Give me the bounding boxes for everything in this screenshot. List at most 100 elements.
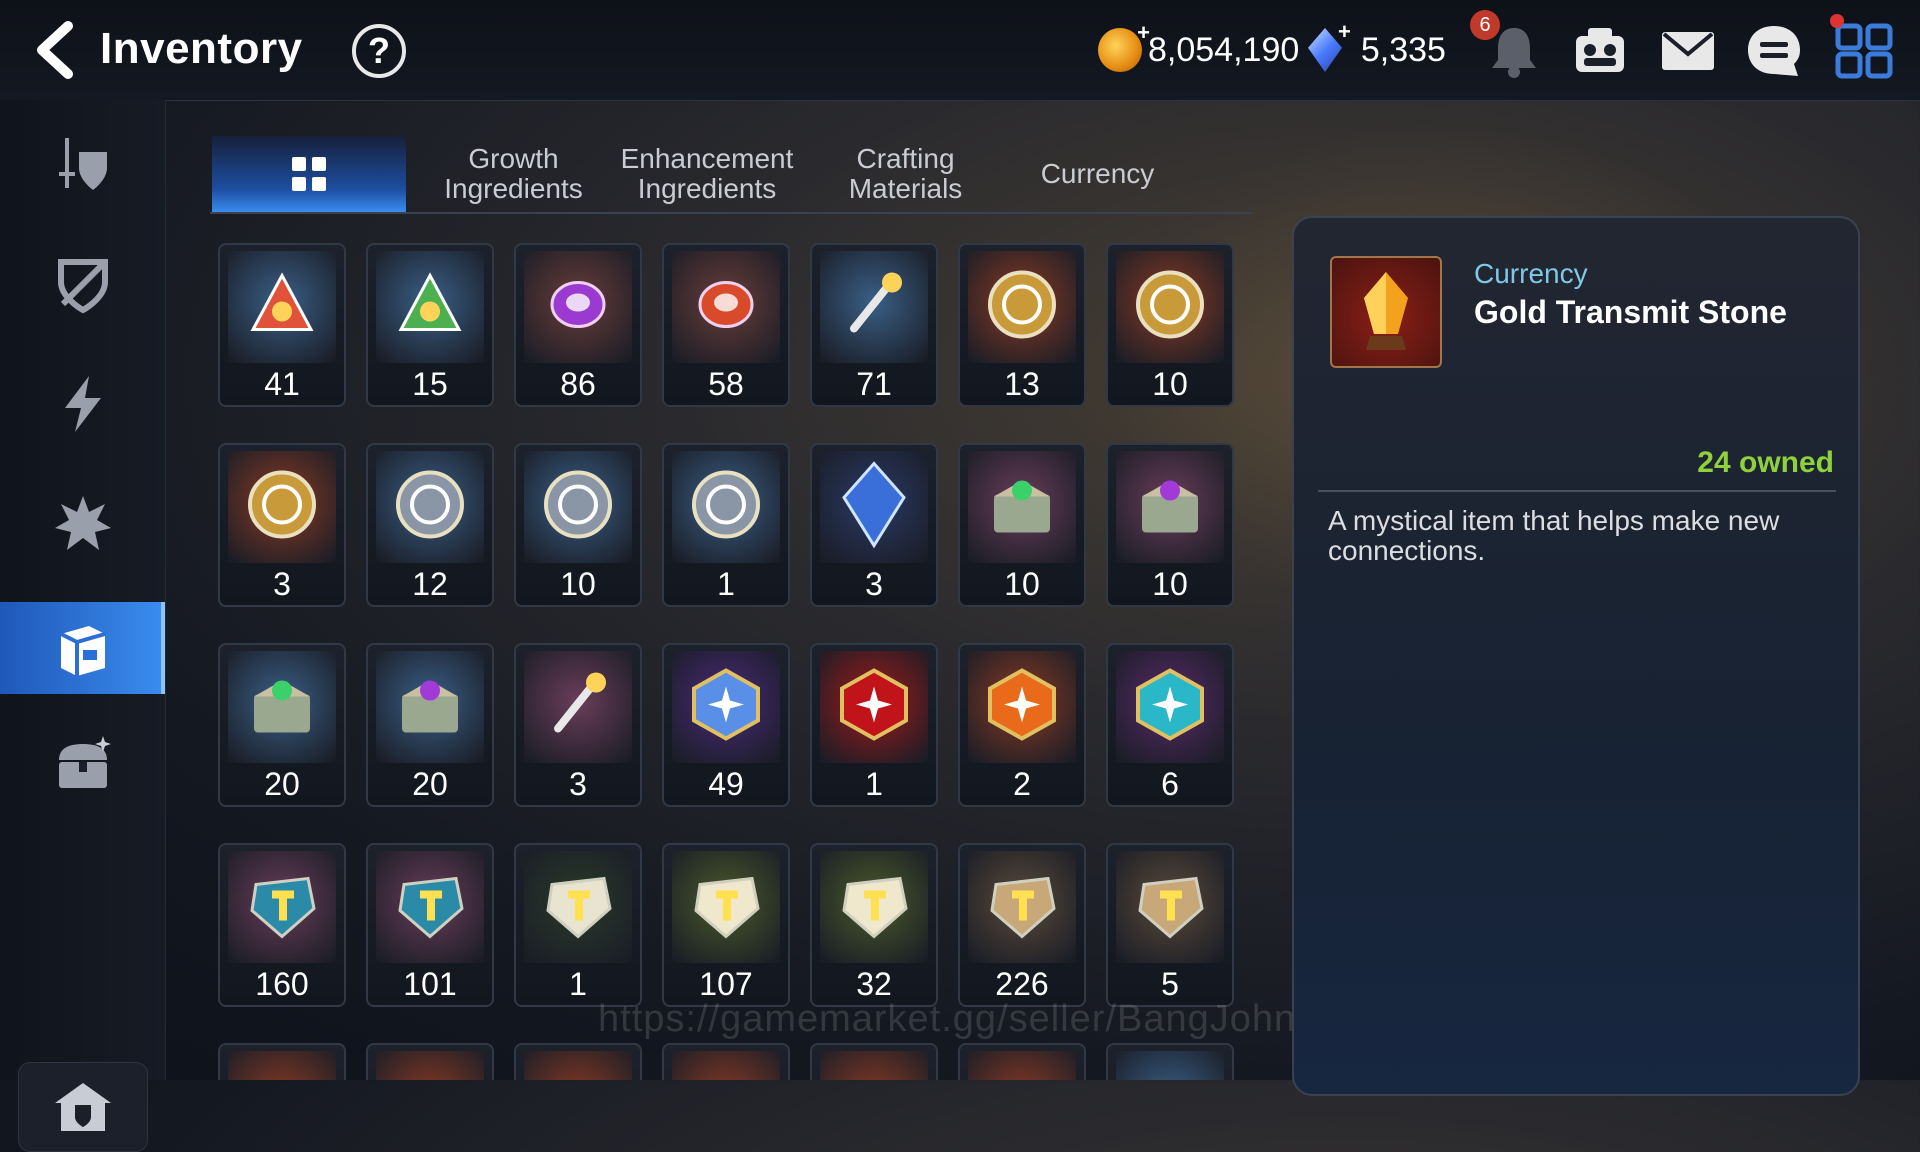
sidebar-item-chests[interactable]	[0, 718, 165, 810]
inventory-item[interactable]: 6	[1106, 643, 1234, 807]
inventory-item[interactable]	[662, 1043, 790, 1080]
category-tabs: Growth Ingredients Enhancement Ingredien…	[210, 136, 1252, 214]
inventory-item[interactable]: 1	[662, 443, 790, 607]
item-art	[820, 651, 928, 763]
inventory-item[interactable]: 10	[514, 443, 642, 607]
inventory-item[interactable]: 10	[1106, 443, 1234, 607]
bag-icon	[59, 626, 106, 676]
inventory-item[interactable]: 86	[514, 243, 642, 407]
inventory-item[interactable]: 160	[218, 843, 346, 1007]
green-triangle-rune-icon	[395, 270, 465, 345]
item-quantity: 3	[569, 766, 587, 802]
red-orb-rune-icon	[691, 270, 761, 345]
menu-alert-dot	[1830, 14, 1844, 28]
inventory-item[interactable]: 12	[366, 443, 494, 607]
tab-currency[interactable]: Currency	[1000, 136, 1195, 212]
chat-button[interactable]	[1744, 22, 1804, 80]
item-art	[968, 251, 1076, 363]
friends-button[interactable]	[1570, 22, 1630, 80]
teal-bolt-stone-icon	[1130, 865, 1210, 950]
inventory-item[interactable]: 1	[810, 643, 938, 807]
item-art	[820, 251, 928, 363]
gold-bow-coin-icon	[242, 465, 322, 550]
item-art	[820, 451, 928, 563]
tab-label: Crafting Materials	[848, 143, 963, 204]
silver-shield-coin-icon	[538, 465, 618, 550]
menu-grid-icon	[1835, 23, 1893, 79]
inventory-item[interactable]	[218, 1043, 346, 1080]
inventory-item[interactable]: 32	[810, 843, 938, 1007]
inventory-item[interactable]: 3	[514, 643, 642, 807]
item-art	[524, 451, 632, 563]
sidebar-item-spirit[interactable]	[0, 478, 165, 570]
notification-badge: 6	[1470, 10, 1500, 40]
teal-t-stone-icon	[982, 865, 1062, 950]
inventory-item[interactable]: 101	[366, 843, 494, 1007]
chest-icon	[58, 736, 111, 788]
item-quantity: 101	[403, 966, 457, 1002]
inventory-item[interactable]	[810, 1043, 938, 1080]
help-button[interactable]: ?	[352, 24, 406, 78]
item-quantity: 160	[255, 966, 309, 1002]
inventory-item[interactable]: 71	[810, 243, 938, 407]
inventory-item[interactable]: 10	[1106, 243, 1234, 407]
inventory-item[interactable]: 20	[218, 643, 346, 807]
grid-icon	[292, 157, 326, 191]
inventory-item[interactable]	[1106, 1043, 1234, 1080]
item-quantity: 10	[560, 566, 596, 602]
cyan-star-gem-icon	[1130, 665, 1210, 750]
item-art	[820, 1051, 928, 1080]
page-title: Inventory	[100, 24, 303, 73]
item-art	[376, 851, 484, 963]
tab-crafting-materials[interactable]: Crafting Materials	[808, 136, 1003, 212]
sidebar-storage-button[interactable]	[18, 1062, 148, 1152]
item-description: A mystical item that helps make new conn…	[1328, 505, 1780, 566]
item-art	[228, 651, 336, 763]
back-button[interactable]	[28, 20, 88, 80]
tab-all[interactable]	[212, 136, 406, 212]
inventory-item[interactable]: 15	[366, 243, 494, 407]
inventory-item[interactable]: 2	[958, 643, 1086, 807]
sidebar-item-artifacts[interactable]	[0, 238, 165, 330]
sidebar-item-materials[interactable]	[0, 602, 165, 694]
inventory-item[interactable]: 10	[958, 443, 1086, 607]
tab-enhancement-ingredients[interactable]: Enhancement Ingredients	[602, 136, 812, 212]
item-art	[968, 851, 1076, 963]
item-art	[228, 251, 336, 363]
sidebar-item-catalysts[interactable]	[0, 358, 165, 450]
item-quantity: 13	[1004, 366, 1040, 402]
inventory-item[interactable]: 107	[662, 843, 790, 1007]
red-triangle-rune-icon	[247, 270, 317, 345]
inventory-item[interactable]	[366, 1043, 494, 1080]
chat-icon	[1748, 26, 1800, 76]
tab-growth-ingredients[interactable]: Growth Ingredients	[416, 136, 611, 212]
inventory-item[interactable]: 41	[218, 243, 346, 407]
inventory-item[interactable]	[514, 1043, 642, 1080]
mail-button[interactable]	[1658, 22, 1718, 80]
gold-counter[interactable]: + 8,054,190	[1098, 20, 1299, 76]
inventory-item[interactable]: 226	[958, 843, 1086, 1007]
inventory-item[interactable]: 3	[810, 443, 938, 607]
item-art	[672, 451, 780, 563]
item-art	[228, 451, 336, 563]
item-art	[1116, 251, 1224, 363]
green-gem-chest-icon	[242, 665, 322, 750]
gold-feather-coin-icon	[982, 265, 1062, 350]
crystal-counter[interactable]: + 5,335	[1308, 19, 1446, 76]
inventory-item[interactable]: 5	[1106, 843, 1234, 1007]
inventory-item[interactable]: 3	[218, 443, 346, 607]
orange-hammer-gem-icon	[982, 665, 1062, 750]
inventory-item[interactable]: 58	[662, 243, 790, 407]
inventory-item[interactable]: 49	[662, 643, 790, 807]
spiked-icon	[54, 496, 111, 550]
inventory-item[interactable]: 13	[958, 243, 1086, 407]
tab-label: Currency	[1040, 158, 1155, 189]
inventory-item[interactable]	[958, 1043, 1086, 1080]
menu-button[interactable]	[1834, 22, 1894, 80]
sidebar	[0, 100, 166, 1152]
blue-crystal-icon	[834, 460, 914, 555]
inventory-item[interactable]: 1	[514, 843, 642, 1007]
item-quantity: 3	[273, 566, 291, 602]
inventory-item[interactable]: 20	[366, 643, 494, 807]
sidebar-item-equipment[interactable]	[0, 118, 165, 210]
